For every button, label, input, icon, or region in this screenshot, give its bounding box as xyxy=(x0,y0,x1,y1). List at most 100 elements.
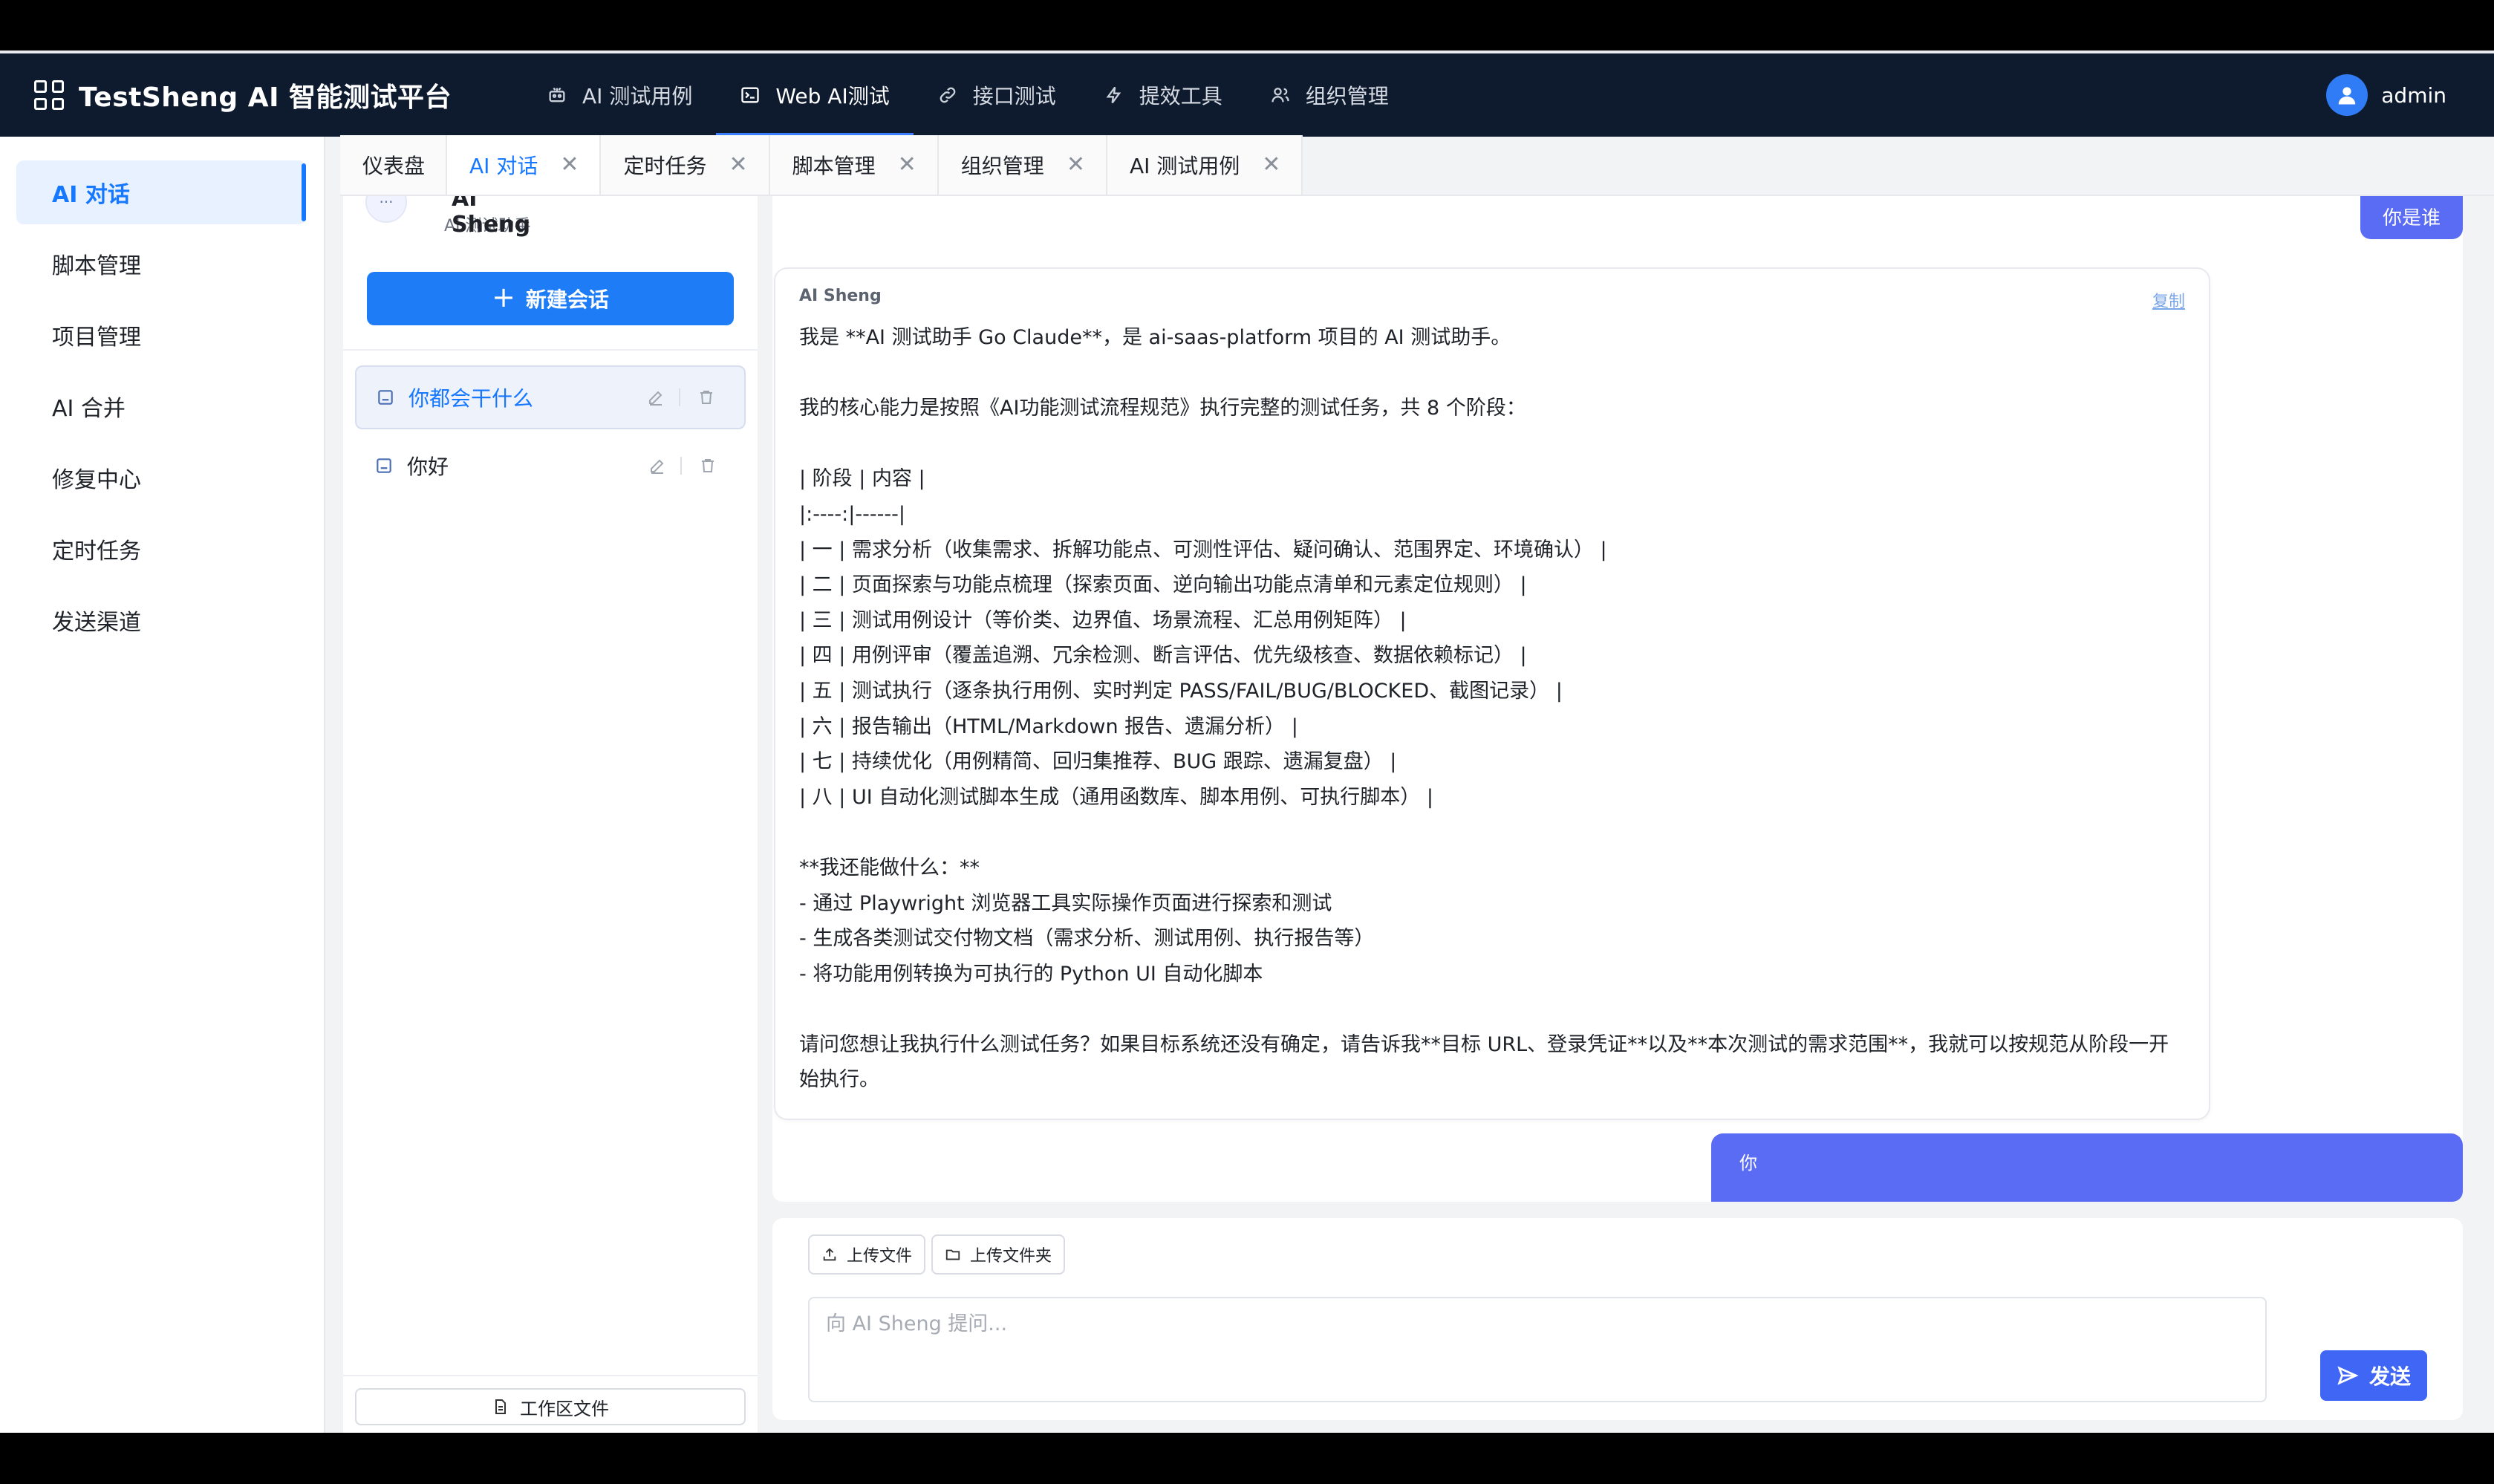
top-nav-ai-testcases[interactable]: AI 测试用例 xyxy=(523,53,716,137)
sidebar-item-label: 修复中心 xyxy=(52,467,141,493)
user-icon xyxy=(2339,87,2356,105)
conversation-panel: ··· AI Sheng AI 测试助手 + 新建会话 你都会干什么 你好 工作… xyxy=(343,196,758,1433)
chat-messages[interactable]: 你是谁 AI Sheng 复制 我是 **AI 测试助手 Go Claude**… xyxy=(772,196,2463,1202)
assistant-message-name: AI Sheng xyxy=(799,287,882,305)
close-icon[interactable]: ✕ xyxy=(1067,154,1085,176)
username: admin xyxy=(2381,82,2446,108)
conversation-title: 你好 xyxy=(407,455,449,479)
assistant-message-body: 我是 **AI 测试助手 Go Claude**，是 ai-saas-platf… xyxy=(799,326,2169,1092)
sidebar-item-scheduled-tasks[interactable]: 定时任务 xyxy=(16,517,306,581)
composer: 上传文件 上传文件夹 发送 xyxy=(772,1218,2463,1420)
sidebar-item-ai-chat[interactable]: AI 对话 xyxy=(16,160,306,224)
avatar xyxy=(2326,74,2368,116)
sidebar-item-project-management[interactable]: 项目管理 xyxy=(16,303,306,367)
app-header: TestSheng AI 智能测试平台 AI 测试用例 Web AI测试 接口测… xyxy=(0,53,2494,137)
sidebar-item-ai-merge[interactable]: AI 合并 xyxy=(16,374,306,438)
sidebar-item-script-management[interactable]: 脚本管理 xyxy=(16,232,306,296)
tab-label: AI 对话 xyxy=(469,154,538,178)
divider xyxy=(343,1375,758,1376)
sidebar-item-repair-center[interactable]: 修复中心 xyxy=(16,446,306,510)
upload-file-button[interactable]: 上传文件 xyxy=(808,1234,926,1275)
send-label: 发送 xyxy=(2368,1364,2411,1389)
close-icon[interactable]: ✕ xyxy=(898,154,916,176)
folder-icon xyxy=(945,1249,960,1260)
conversation-actions xyxy=(630,367,716,428)
send-button[interactable]: 发送 xyxy=(2320,1350,2427,1401)
top-nav-label: 组织管理 xyxy=(1305,84,1389,108)
sidebar-item-label: AI 合并 xyxy=(52,396,126,422)
tab-label: 组织管理 xyxy=(960,154,1044,178)
conversation-actions xyxy=(631,434,717,498)
bottom-black-bar xyxy=(0,1433,2494,1484)
tab-scheduled-tasks[interactable]: 定时任务 ✕ xyxy=(601,135,770,195)
team-icon xyxy=(1272,88,1289,102)
new-chat-button[interactable]: + 新建会话 xyxy=(367,272,734,325)
sidebar-item-label: 脚本管理 xyxy=(52,253,141,279)
chat-input[interactable] xyxy=(808,1297,2267,1402)
top-black-bar xyxy=(0,0,2494,51)
delete-icon[interactable] xyxy=(697,388,716,407)
top-nav-efficiency-tools[interactable]: 提效工具 xyxy=(1080,53,1246,137)
tab-dashboard[interactable]: 仪表盘 xyxy=(340,135,448,195)
workspace-files-button[interactable]: 工作区文件 xyxy=(355,1388,746,1425)
lightning-icon xyxy=(1106,86,1121,104)
tab-bar: 仪表盘 AI 对话 ✕ 定时任务 ✕ 脚本管理 ✕ 组织管理 ✕ AI 测试用例 ✕ xyxy=(340,135,2494,196)
top-nav-web-ai-test[interactable]: Web AI测试 xyxy=(716,53,914,137)
tab-ai-testcases[interactable]: AI 测试用例 ✕ xyxy=(1107,135,1303,195)
tab-label: 定时任务 xyxy=(623,154,707,178)
close-icon[interactable]: ✕ xyxy=(560,154,579,176)
file-icon xyxy=(495,1399,506,1414)
sidebar-item-send-channels[interactable]: 发送渠道 xyxy=(16,588,306,652)
sidebar-item-label: 定时任务 xyxy=(52,538,141,564)
conversation-title: 你都会干什么 xyxy=(408,386,534,411)
terminal-icon xyxy=(741,87,760,103)
top-nav: AI 测试用例 Web AI测试 接口测试 提效工具 组织管理 xyxy=(523,53,1413,137)
assistant-header: ··· AI Sheng AI 测试助手 xyxy=(365,196,531,241)
sidebar-item-label: 发送渠道 xyxy=(52,610,141,636)
edit-icon[interactable] xyxy=(648,456,667,475)
tab-org-management[interactable]: 组织管理 ✕ xyxy=(938,135,1107,195)
sidebar: AI 对话 脚本管理 项目管理 AI 合并 修复中心 定时任务 发送渠道 xyxy=(0,137,325,1433)
top-nav-label: AI 测试用例 xyxy=(582,84,693,108)
conversation-item[interactable]: 你好 xyxy=(355,434,746,498)
brand[interactable]: TestSheng AI 智能测试平台 xyxy=(34,53,452,137)
brand-title: TestSheng AI 智能测试平台 xyxy=(79,82,452,113)
edit-icon[interactable] xyxy=(646,388,665,407)
tab-ai-chat[interactable]: AI 对话 ✕ xyxy=(447,135,602,195)
divider xyxy=(680,457,682,475)
conversation-item[interactable]: 你都会干什么 xyxy=(355,365,746,429)
assistant-name: AI Sheng xyxy=(452,196,531,238)
upload-folder-label: 上传文件夹 xyxy=(970,1247,1052,1266)
tab-script-management[interactable]: 脚本管理 ✕ xyxy=(769,135,939,195)
close-icon[interactable]: ✕ xyxy=(1262,154,1280,176)
top-nav-label: Web AI测试 xyxy=(775,84,890,108)
upload-icon xyxy=(823,1248,836,1261)
tab-label: 脚本管理 xyxy=(792,154,876,178)
send-icon xyxy=(2337,1366,2359,1385)
top-nav-label: 提效工具 xyxy=(1139,84,1222,108)
bot-avatar-icon: ··· xyxy=(365,196,407,223)
top-nav-api-test[interactable]: 接口测试 xyxy=(914,53,1080,137)
divider xyxy=(343,349,758,351)
top-nav-label: 接口测试 xyxy=(972,84,1056,108)
close-icon[interactable]: ✕ xyxy=(729,154,748,176)
user-message: 你是谁 xyxy=(2360,196,2463,239)
robot-chat-icon xyxy=(376,388,395,407)
user-message: 你 xyxy=(1711,1133,2463,1202)
tab-label: 仪表盘 xyxy=(362,154,426,178)
plus-icon: + xyxy=(492,281,515,313)
robot-icon xyxy=(549,87,565,102)
delete-icon[interactable] xyxy=(698,456,717,475)
robot-chat-icon xyxy=(374,456,394,475)
main-area: AI 对话 脚本管理 项目管理 AI 合并 修复中心 定时任务 发送渠道 仪表盘… xyxy=(0,135,2494,1433)
link-icon xyxy=(940,87,956,103)
upload-folder-button[interactable]: 上传文件夹 xyxy=(931,1234,1066,1275)
workspace-files-label: 工作区文件 xyxy=(520,1398,609,1419)
user-menu[interactable]: admin xyxy=(2326,53,2446,137)
top-nav-org-management[interactable]: 组织管理 xyxy=(1246,53,1413,137)
divider xyxy=(679,388,680,406)
sidebar-item-label: AI 对话 xyxy=(52,182,130,208)
new-chat-label: 新建会话 xyxy=(525,287,609,312)
sidebar-item-label: 项目管理 xyxy=(52,325,141,351)
copy-button[interactable]: 复制 xyxy=(2152,288,2185,312)
